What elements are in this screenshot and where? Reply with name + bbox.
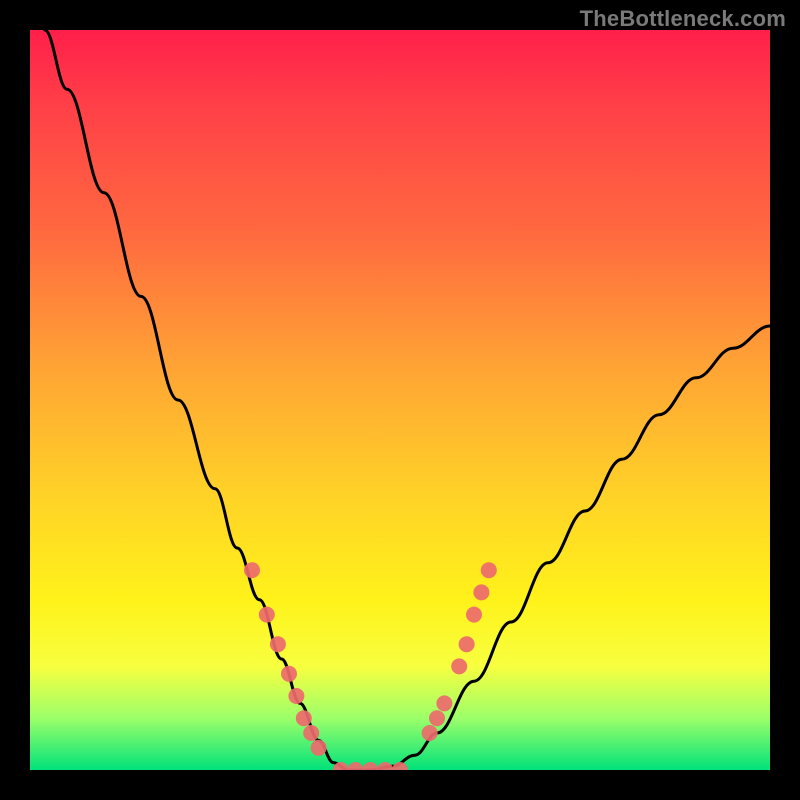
curve-marker-dot — [281, 666, 297, 682]
curve-marker-dot — [288, 688, 304, 704]
curve-marker-dot — [429, 710, 445, 726]
curve-marker-dot — [311, 740, 327, 756]
curve-marker-dot — [259, 607, 275, 623]
curve-marker-dot — [244, 562, 260, 578]
curve-marker-dot — [451, 658, 467, 674]
chart-svg — [30, 30, 770, 770]
curve-marker-dot — [466, 607, 482, 623]
curve-marker-dot — [392, 762, 408, 770]
curve-marker-dot — [459, 636, 475, 652]
curve-marker-dot — [481, 562, 497, 578]
curve-marker-dot — [296, 710, 312, 726]
chart-plot-area — [30, 30, 770, 770]
curve-marker-dot — [348, 762, 364, 770]
curve-marker-dot — [270, 636, 286, 652]
chart-frame: TheBottleneck.com — [0, 0, 800, 800]
curve-marker-dot — [473, 584, 489, 600]
watermark-text: TheBottleneck.com — [580, 6, 786, 32]
curve-marker-dot — [377, 762, 393, 770]
curve-marker-dot — [303, 725, 319, 741]
curve-marker-dot — [362, 762, 378, 770]
chart-layer — [45, 30, 770, 770]
curve-marker-dot — [436, 695, 452, 711]
bottleneck-curve-path — [45, 30, 770, 770]
curve-marker-dot — [422, 725, 438, 741]
